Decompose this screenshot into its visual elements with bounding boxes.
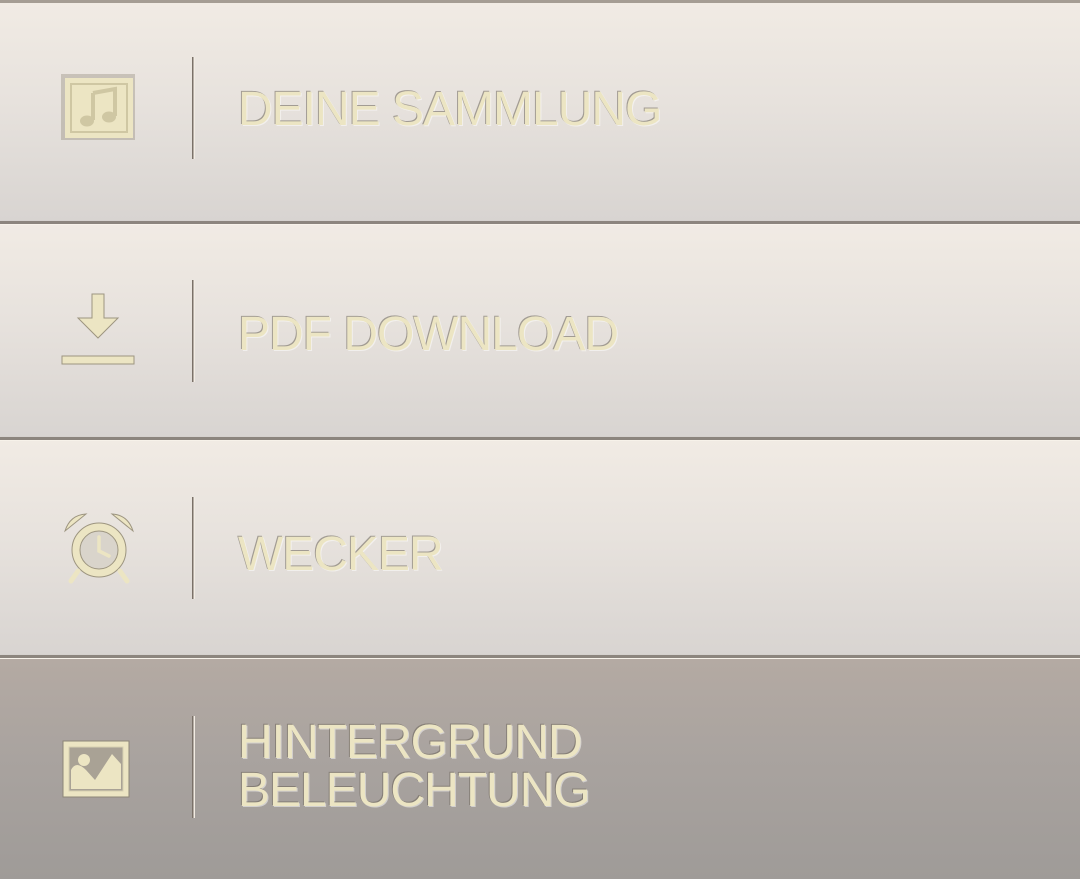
item-divider	[192, 57, 195, 159]
menu-item-alarm[interactable]: WECKER	[0, 441, 1080, 656]
item-divider	[192, 716, 195, 818]
image-icon	[62, 740, 136, 814]
menu-item-label: PDF DOWNLOAD	[238, 308, 619, 361]
item-divider	[192, 497, 195, 599]
alarm-clock-icon	[62, 511, 136, 585]
menu-item-backlight[interactable]: HINTERGRUND BELEUCHTUNG	[0, 659, 1080, 879]
menu-item-label: WECKER	[238, 528, 444, 581]
music-note-icon	[61, 74, 136, 149]
settings-menu: DEINE SAMMLUNG PDF DOWNLOAD WECKER HINTE…	[0, 0, 1080, 879]
menu-item-label: DEINE SAMMLUNG	[238, 83, 662, 136]
menu-item-label: HINTERGRUND BELEUCHTUNG	[238, 716, 591, 817]
menu-item-pdf-download[interactable]: PDF DOWNLOAD	[0, 225, 1080, 437]
download-icon	[61, 291, 136, 365]
menu-item-collection[interactable]: DEINE SAMMLUNG	[0, 3, 1080, 222]
item-divider	[192, 280, 195, 382]
